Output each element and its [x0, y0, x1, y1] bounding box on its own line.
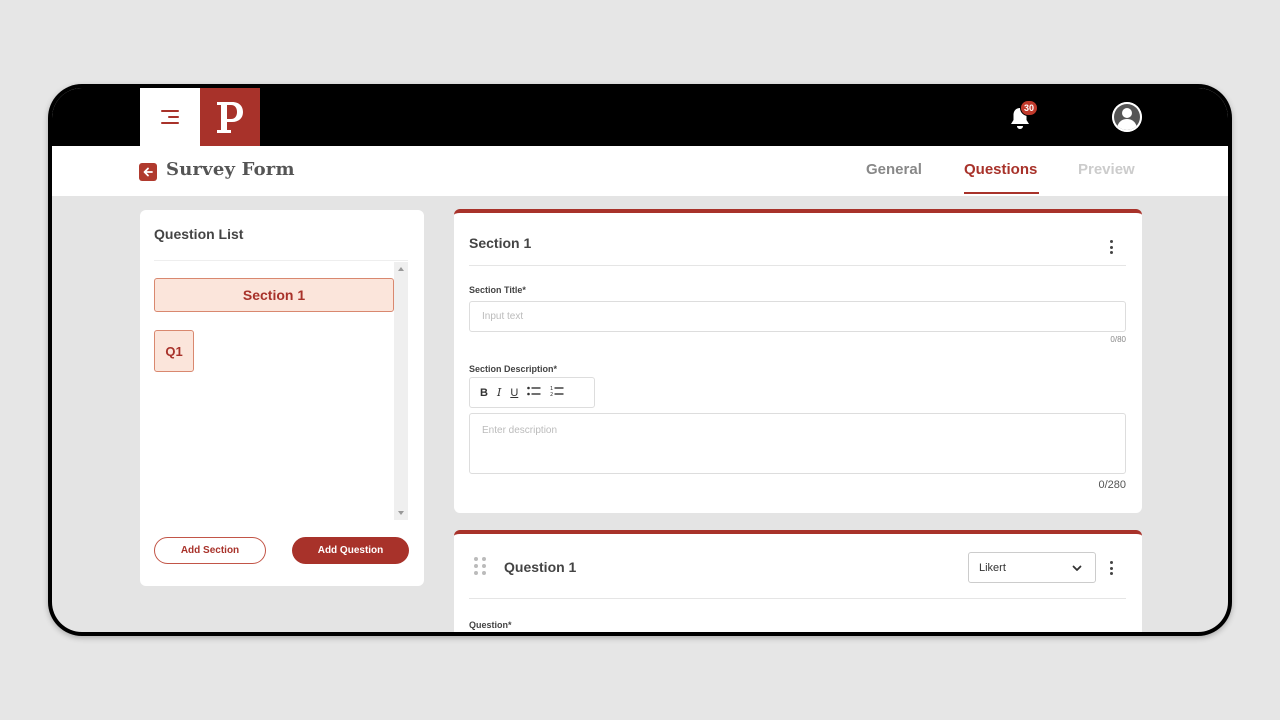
section-more-icon[interactable] [1109, 240, 1113, 254]
arrow-left-icon [143, 167, 153, 177]
divider [469, 598, 1126, 599]
section-description-input[interactable]: Enter description [469, 413, 1126, 474]
question-type-value: Likert [979, 561, 1006, 574]
drag-handle-icon[interactable] [474, 557, 486, 577]
question-label: Question* [469, 620, 512, 630]
page-header: Survey Form General Questions Preview [52, 146, 1228, 196]
numbered-list-button[interactable]: 1 2 [550, 385, 564, 400]
scroll-up-arrow-icon[interactable] [398, 267, 404, 271]
user-avatar[interactable] [1112, 102, 1142, 132]
divider [154, 260, 408, 261]
question-list-item-section[interactable]: Section 1 [154, 278, 394, 312]
page-title: Survey Form [166, 159, 295, 180]
italic-button[interactable]: I [497, 386, 501, 399]
tab-general[interactable]: General [866, 161, 922, 178]
bullet-list-button[interactable] [527, 386, 541, 399]
bold-button[interactable]: B [480, 387, 488, 399]
add-question-button[interactable]: Add Question [292, 537, 409, 564]
question-list-item-question[interactable]: Q1 [154, 330, 194, 372]
logo-p-icon [217, 102, 243, 133]
user-icon [1112, 102, 1142, 132]
numbered-list-icon: 1 2 [550, 386, 564, 398]
tab-preview[interactable]: Preview [1078, 161, 1135, 178]
top-bar: 30 [52, 88, 1228, 146]
question-type-select[interactable]: Likert [968, 552, 1096, 583]
hamburger-icon [161, 110, 179, 124]
section-title-input[interactable]: Input text [469, 301, 1126, 332]
notification-badge: 30 [1020, 100, 1039, 116]
device-frame: 30 Survey Form General Questions Preview [48, 84, 1232, 636]
underline-button[interactable]: U [510, 387, 518, 399]
section-card: Section 1 Section Title* Input text 0/80… [454, 209, 1142, 513]
question-more-icon[interactable] [1109, 561, 1113, 575]
section-title-placeholder: Input text [482, 311, 524, 322]
question-heading: Question 1 [504, 559, 577, 575]
section-description-counter: 0/280 [1098, 479, 1126, 491]
back-button[interactable] [139, 163, 157, 181]
divider [469, 265, 1126, 266]
section-heading: Section 1 [469, 235, 532, 251]
chevron-down-icon [1072, 565, 1082, 571]
question-list-title: Question List [154, 226, 244, 242]
app-screen: 30 Survey Form General Questions Preview [52, 88, 1228, 632]
scroll-down-arrow-icon[interactable] [398, 511, 404, 515]
question-list-panel: Question List Section 1 Q1 Add Section A… [140, 210, 424, 586]
menu-button[interactable] [140, 88, 200, 146]
question-list-scrollbar[interactable] [394, 262, 408, 520]
question-card: Question 1 Likert Question* [454, 530, 1142, 632]
bullet-list-icon [527, 386, 541, 396]
rich-text-toolbar: B I U 1 2 [469, 377, 595, 408]
section-title-counter: 0/80 [1110, 335, 1126, 344]
svg-text:2: 2 [550, 392, 553, 397]
section-description-placeholder: Enter description [482, 425, 558, 436]
active-tab-indicator [964, 192, 1039, 194]
section-title-label: Section Title* [469, 285, 526, 295]
section-description-label: Section Description* [469, 364, 558, 374]
tab-questions[interactable]: Questions [964, 161, 1037, 178]
app-logo[interactable] [200, 88, 260, 146]
add-section-button[interactable]: Add Section [154, 537, 266, 564]
